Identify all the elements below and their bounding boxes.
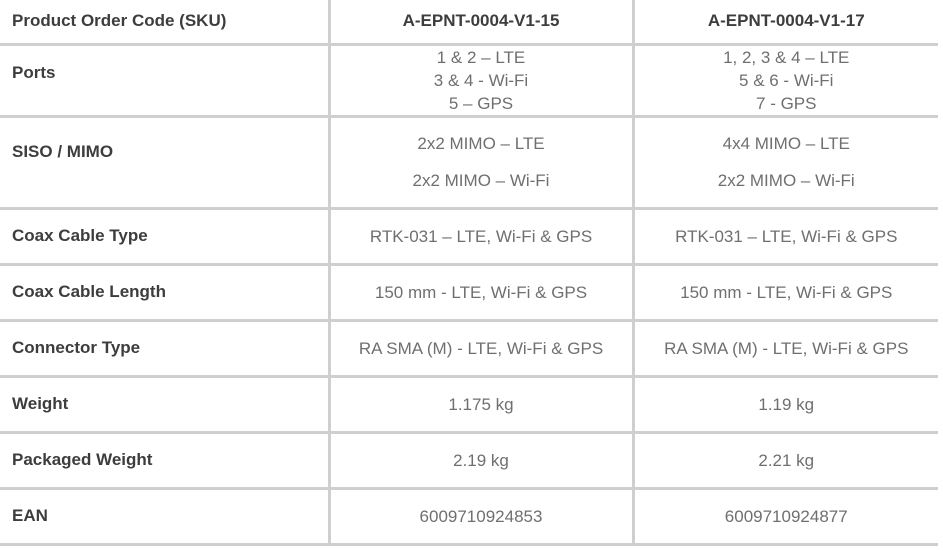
ports-value-2: 1, 2, 3 & 4 – LTE 5 & 6 - Wi-Fi 7 - GPS	[631, 44, 938, 118]
table-row-connector: Connector Type RA SMA (M) - LTE, Wi-Fi &…	[0, 320, 938, 378]
header-sku-2: A-EPNT-0004-V1-17	[631, 0, 938, 46]
cell-value: 6009710924877	[631, 488, 938, 546]
row-label: Ports	[0, 44, 329, 118]
ports-value-1: 1 & 2 – LTE 3 & 4 - Wi-Fi 5 – GPS	[327, 44, 633, 118]
table-row-ports: Ports 1 & 2 – LTE 3 & 4 - Wi-Fi 5 – GPS …	[0, 44, 938, 118]
table-row-ean: EAN 6009710924853 6009710924877	[0, 488, 938, 546]
cell-value: 6009710924853	[327, 488, 633, 546]
table-row-coax-type: Coax Cable Type RTK-031 – LTE, Wi-Fi & G…	[0, 208, 938, 266]
table-row-packaged-weight: Packaged Weight 2.19 kg 2.21 kg	[0, 432, 938, 490]
cell-value: 2.21 kg	[631, 432, 938, 490]
table-row-weight: Weight 1.175 kg 1.19 kg	[0, 376, 938, 434]
value-line: 2x2 MIMO – Wi-Fi	[412, 171, 550, 190]
cell-value: 1.175 kg	[327, 376, 633, 434]
row-label: Weight	[0, 376, 329, 434]
table-row-coax-length: Coax Cable Length 150 mm - LTE, Wi-Fi & …	[0, 264, 938, 322]
value-line: 1 & 2 – LTE	[436, 47, 526, 67]
value-line: 2x2 MIMO – Wi-Fi	[717, 171, 855, 190]
spec-table: Product Order Code (SKU) A-EPNT-0004-V1-…	[0, 0, 938, 546]
cell-value: RTK-031 – LTE, Wi-Fi & GPS	[327, 208, 633, 266]
mimo-value-1: 2x2 MIMO – LTE 2x2 MIMO – Wi-Fi	[327, 116, 633, 210]
value-line: 1, 2, 3 & 4 – LTE	[723, 47, 850, 67]
row-label: SISO / MIMO	[0, 116, 329, 210]
value-line: 3 & 4 - Wi-Fi	[433, 70, 529, 90]
value-line: 5 & 6 - Wi-Fi	[739, 70, 834, 90]
value-line: 7 - GPS	[756, 93, 817, 113]
row-label: Coax Cable Length	[0, 264, 329, 322]
row-label: EAN	[0, 488, 329, 546]
cell-value: 2.19 kg	[327, 432, 633, 490]
header-sku-1: A-EPNT-0004-V1-15	[327, 0, 633, 46]
value-line: 4x4 MIMO – LTE	[722, 134, 850, 153]
cell-value: 150 mm - LTE, Wi-Fi & GPS	[631, 264, 938, 322]
cell-value: 150 mm - LTE, Wi-Fi & GPS	[327, 264, 633, 322]
value-line: 2x2 MIMO – LTE	[417, 134, 545, 153]
row-label: Coax Cable Type	[0, 208, 329, 266]
cell-value: RA SMA (M) - LTE, Wi-Fi & GPS	[631, 320, 938, 378]
row-label: Packaged Weight	[0, 432, 329, 490]
cell-value: RTK-031 – LTE, Wi-Fi & GPS	[631, 208, 938, 266]
cell-value: RA SMA (M) - LTE, Wi-Fi & GPS	[327, 320, 633, 378]
table-row-siso-mimo: SISO / MIMO 2x2 MIMO – LTE 2x2 MIMO – Wi…	[0, 116, 938, 210]
value-line: 5 – GPS	[448, 93, 514, 113]
mimo-value-2: 4x4 MIMO – LTE 2x2 MIMO – Wi-Fi	[631, 116, 938, 210]
cell-value: 1.19 kg	[631, 376, 938, 434]
table-header-row: Product Order Code (SKU) A-EPNT-0004-V1-…	[0, 0, 938, 46]
row-label: Connector Type	[0, 320, 329, 378]
header-label: Product Order Code (SKU)	[0, 0, 329, 46]
